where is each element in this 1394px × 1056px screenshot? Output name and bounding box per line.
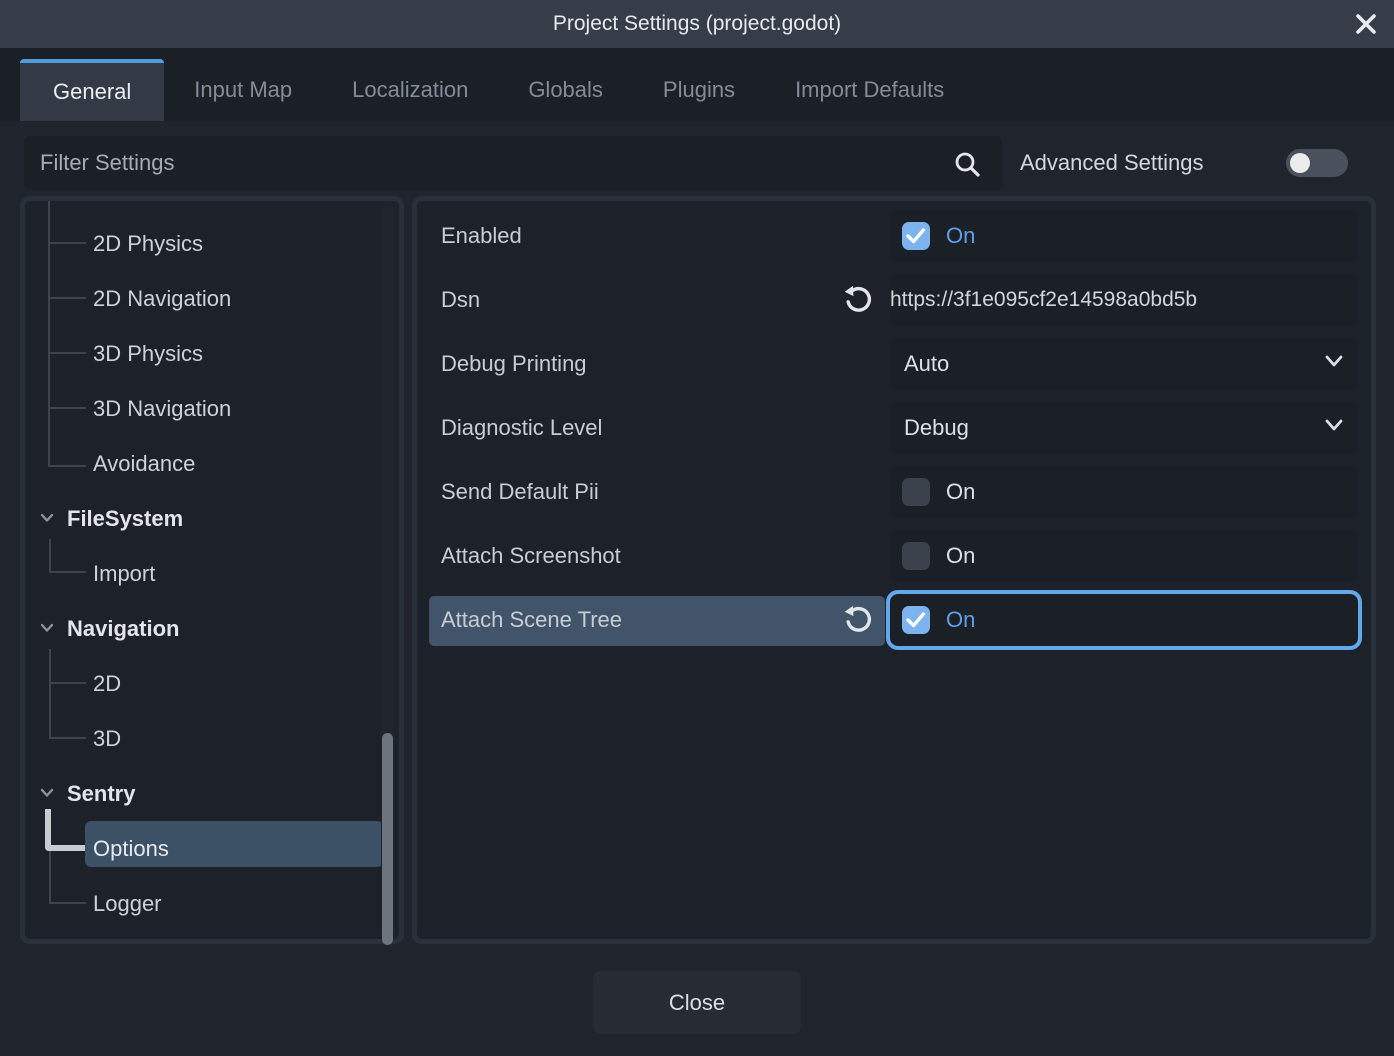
sidebar-item-2d-navigation[interactable]: 2D Navigation	[25, 271, 383, 326]
sidebar-item-logger[interactable]: Logger	[25, 876, 383, 931]
property-label: Attach Scene Tree	[441, 607, 622, 632]
property-label: Dsn	[441, 287, 481, 312]
sidebar-item-options[interactable]: Options	[25, 821, 383, 876]
property-row-attach-screenshot: Attach Screenshot On	[417, 530, 1371, 582]
attach-scene-tree-value-cell: On	[890, 594, 1358, 646]
filter-settings-input[interactable]	[24, 136, 1002, 190]
property-label: Diagnostic Level	[441, 415, 603, 440]
chevron-down-icon	[39, 512, 55, 527]
x-icon	[1356, 14, 1376, 34]
tree-scrollbar-thumb[interactable]	[382, 733, 393, 945]
checkbox-state-label: On	[946, 479, 976, 504]
sidebar-item-import[interactable]: Import	[25, 546, 383, 601]
sidebar-item-avoidance[interactable]: Avoidance	[25, 436, 383, 491]
settings-tree-panel: 2D Physics 2D Navigation 3D Physics 3D N…	[20, 196, 404, 945]
advanced-settings-label: Advanced Settings	[1020, 150, 1204, 175]
enabled-value-cell: On	[890, 210, 1358, 262]
sidebar-item-3d-physics[interactable]: 3D Physics	[25, 326, 383, 381]
chevron-down-icon	[39, 787, 55, 802]
attach-screenshot-value-cell: On	[890, 530, 1358, 582]
sidebar-item-filesystem[interactable]: FileSystem	[25, 491, 383, 546]
tab-localization[interactable]: Localization	[322, 59, 498, 121]
property-row-attach-scene-tree: Attach Scene Tree On	[417, 594, 1371, 646]
attach-scene-tree-checkbox[interactable]	[902, 606, 930, 634]
window-title: Project Settings (project.godot)	[552, 12, 842, 35]
chevron-down-icon	[1322, 353, 1346, 374]
dropdown-value: Debug	[904, 415, 969, 440]
tab-import-defaults[interactable]: Import Defaults	[765, 59, 974, 121]
tab-globals[interactable]: Globals	[498, 59, 633, 121]
chevron-down-icon	[1322, 417, 1346, 438]
diagnostic-level-dropdown[interactable]: Debug	[890, 402, 1358, 454]
property-row-debug-printing: Debug Printing Auto	[417, 338, 1371, 390]
revert-icon[interactable]	[841, 284, 875, 318]
send-default-pii-checkbox[interactable]	[902, 478, 930, 506]
send-default-pii-value-cell: On	[890, 466, 1358, 518]
debug-printing-dropdown[interactable]: Auto	[890, 338, 1358, 390]
toggle-knob	[1290, 153, 1310, 173]
property-label: Attach Screenshot	[441, 543, 621, 568]
chevron-down-icon	[39, 622, 55, 637]
close-button[interactable]: Close	[593, 971, 801, 1034]
property-label: Enabled	[441, 223, 522, 248]
checkbox-state-label: On	[946, 607, 976, 632]
filter-toolbar: Advanced Settings	[0, 121, 1394, 196]
tab-plugins[interactable]: Plugins	[633, 59, 765, 121]
tab-bar: General Input Map Localization Globals P…	[0, 48, 1394, 121]
sidebar-item-sentry[interactable]: Sentry	[25, 766, 383, 821]
project-settings-dialog: Project Settings (project.godot) General…	[0, 0, 1394, 1056]
sidebar-item-3d[interactable]: 3D	[25, 711, 383, 766]
revert-icon[interactable]	[841, 604, 875, 638]
properties-panel: Enabled On Dsn https://3f1e095cf2e14598a…	[412, 196, 1376, 944]
tab-general[interactable]: General	[20, 59, 165, 121]
tab-input-map[interactable]: Input Map	[164, 59, 322, 121]
attach-screenshot-checkbox[interactable]	[902, 542, 930, 570]
sidebar-item-navigation[interactable]: Navigation	[25, 601, 383, 656]
property-row-diagnostic-level: Diagnostic Level Debug	[417, 402, 1371, 454]
tree-scrollbar[interactable]	[381, 205, 394, 945]
close-icon[interactable]	[1350, 8, 1382, 40]
checkbox-state-label: On	[946, 223, 976, 248]
dropdown-value: Auto	[904, 351, 950, 376]
sidebar-item-2d-physics[interactable]: 2D Physics	[25, 216, 383, 271]
property-row-send-default-pii: Send Default Pii On	[417, 466, 1371, 518]
checkbox-state-label: On	[946, 543, 976, 568]
sidebar-item-3d-navigation[interactable]: 3D Navigation	[25, 381, 383, 436]
property-row-enabled: Enabled On	[417, 210, 1371, 262]
property-label: Send Default Pii	[441, 479, 599, 504]
property-label: Debug Printing	[441, 351, 587, 376]
sidebar-item-2d[interactable]: 2D	[25, 656, 383, 711]
property-row-dsn: Dsn https://3f1e095cf2e14598a0bd5b	[417, 274, 1371, 326]
advanced-settings-toggle[interactable]	[1286, 149, 1348, 177]
dsn-input[interactable]: https://3f1e095cf2e14598a0bd5b	[890, 274, 1358, 326]
enabled-checkbox[interactable]	[902, 222, 930, 250]
titlebar: Project Settings (project.godot)	[0, 0, 1394, 48]
